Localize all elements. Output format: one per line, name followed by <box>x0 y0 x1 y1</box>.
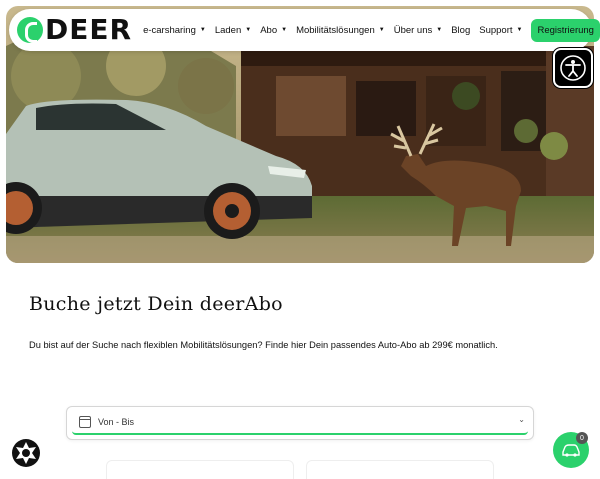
accessibility-button[interactable] <box>553 48 593 88</box>
intro-text: Du bist auf der Suche nach flexiblen Mob… <box>29 340 498 350</box>
notification-badge: 0 <box>576 432 588 444</box>
caret-down-icon: ▼ <box>199 27 206 33</box>
offer-card[interactable] <box>106 460 294 479</box>
menu-item-label: Support <box>479 24 513 36</box>
caret-down-icon: ▼ <box>436 27 443 33</box>
date-range-picker[interactable]: Von - Bis ⌄ <box>66 406 534 440</box>
menu-item-label: Blog <box>451 24 471 36</box>
menu-item-blog[interactable]: Blog <box>451 25 470 36</box>
menu-item-abo[interactable]: Abo ▼ <box>260 25 287 36</box>
date-range-field[interactable]: Von - Bis <box>72 411 528 435</box>
main-menu: e-carsharing ▼ Laden ▼ Abo ▼ Mobilitätslösu… <box>143 25 531 36</box>
menu-item-mobilitaetsloesungen[interactable]: Mobilitätslösungen ▼ <box>296 25 385 36</box>
caret-down-icon: ▼ <box>245 27 252 33</box>
menu-item-ueber-uns[interactable]: Über uns ▼ <box>394 25 443 36</box>
logo-mark-icon <box>17 17 43 43</box>
menu-item-label: e-carsharing <box>143 24 196 36</box>
accessibility-icon <box>560 55 586 81</box>
top-navbar: DEER e-carsharing ▼ Laden ▼ Abo ▼ Mobilität… <box>9 9 600 51</box>
chevron-down-icon: ⌄ <box>518 415 525 424</box>
date-range-value: Von - Bis <box>98 417 135 427</box>
menu-item-e-carsharing[interactable]: e-carsharing ▼ <box>143 25 206 36</box>
cookie-icon <box>12 439 40 467</box>
menu-item-label: Über uns <box>393 24 433 36</box>
menu-item-support[interactable]: Support ▼ <box>479 25 522 36</box>
caret-down-icon: ▼ <box>378 27 385 33</box>
menu-item-label: Laden <box>214 24 242 36</box>
page-title: Buche jetzt Dein deerAbo <box>29 293 283 315</box>
caret-down-icon: ▼ <box>281 27 288 33</box>
caret-down-icon: ▼ <box>516 27 523 33</box>
calendar-icon <box>79 416 91 428</box>
menu-item-laden[interactable]: Laden ▼ <box>215 25 251 36</box>
menu-item-label: Mobilitätslösungen <box>296 24 375 36</box>
car-icon <box>562 444 580 457</box>
register-button[interactable]: Registrierung <box>531 18 600 42</box>
offer-card[interactable] <box>306 460 494 479</box>
menu-item-label: Abo <box>260 24 278 36</box>
deer-logo[interactable]: DEER <box>17 15 132 45</box>
logo-wordmark: DEER <box>45 13 133 46</box>
cookie-settings-button[interactable] <box>10 437 42 469</box>
